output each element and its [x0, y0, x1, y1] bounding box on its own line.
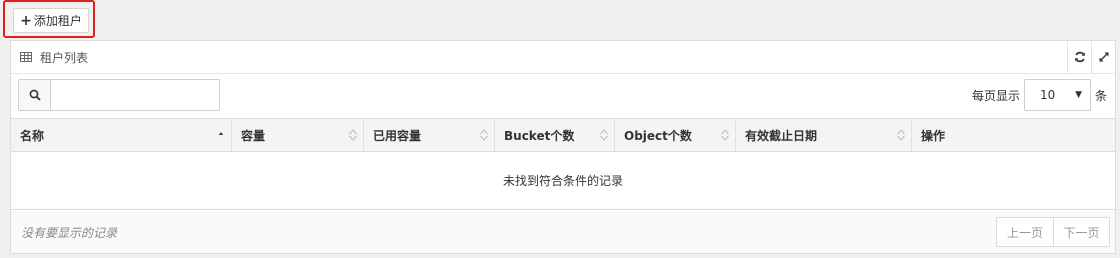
- table-header: 名称 容量 已用容量 Bucket个数 Object个数 有效截止日期 操作: [11, 118, 1115, 152]
- sort-icon: [480, 129, 488, 141]
- page-size-control: 每页显示 10 ▼ 条: [972, 79, 1107, 111]
- search-input[interactable]: [51, 80, 219, 110]
- column-name[interactable]: 名称: [11, 119, 232, 151]
- page-size-label: 每页显示: [971, 88, 1020, 103]
- page-size-select[interactable]: 10 ▼: [1023, 79, 1091, 111]
- table-icon: [20, 52, 32, 62]
- table-footer: 没有要显示的记录 上一页 下一页: [11, 211, 1115, 253]
- search-button[interactable]: [19, 80, 51, 110]
- column-expiry-date[interactable]: 有效截止日期: [736, 119, 912, 151]
- column-bucket-count-label: Bucket个数: [504, 128, 575, 143]
- pagination: 上一页 下一页: [996, 217, 1110, 247]
- column-capacity[interactable]: 容量: [232, 119, 364, 151]
- sort-icon: [349, 129, 357, 141]
- column-actions: 操作: [912, 119, 1115, 151]
- column-object-count-label: Object个数: [624, 128, 692, 143]
- refresh-button[interactable]: [1067, 41, 1091, 73]
- column-object-count[interactable]: Object个数: [615, 119, 736, 151]
- column-actions-label: 操作: [921, 128, 946, 143]
- sort-asc-icon: [218, 132, 224, 135]
- column-name-label: 名称: [20, 128, 45, 143]
- tenant-list-panel: 租户列表 每页显示 10 ▼ 条 名称 容量 已用容量 Bucket个数 Obj…: [10, 40, 1116, 254]
- search-icon: [29, 89, 41, 101]
- sort-icon: [600, 129, 608, 141]
- panel-tools: [1067, 41, 1115, 73]
- panel-header: 租户列表: [11, 41, 1115, 74]
- table-toolbar: 每页显示 10 ▼ 条: [11, 74, 1115, 118]
- search-group: [18, 79, 220, 111]
- column-used-capacity[interactable]: 已用容量: [364, 119, 495, 151]
- sort-icon: [897, 129, 905, 141]
- page-size-unit: 条: [1094, 88, 1107, 103]
- plus-icon: +: [20, 12, 32, 29]
- next-page-button[interactable]: 下一页: [1053, 218, 1109, 246]
- column-expiry-date-label: 有效截止日期: [745, 128, 818, 143]
- add-tenant-label: 添加租户: [33, 14, 82, 28]
- panel-title: 租户列表: [40, 50, 89, 65]
- records-info: 没有要显示的记录: [21, 226, 118, 240]
- add-tenant-button[interactable]: + 添加租户: [13, 8, 89, 33]
- refresh-icon: [1074, 51, 1085, 63]
- sort-icon: [721, 129, 729, 141]
- add-button-highlight: + 添加租户: [3, 0, 95, 38]
- fullscreen-button[interactable]: [1091, 41, 1115, 73]
- dropdown-caret-icon: ▼: [1075, 90, 1082, 100]
- prev-page-button[interactable]: 上一页: [997, 218, 1053, 246]
- empty-table-message: 未找到符合条件的记录: [11, 152, 1115, 210]
- column-capacity-label: 容量: [241, 128, 266, 143]
- column-bucket-count[interactable]: Bucket个数: [495, 119, 615, 151]
- page-size-value: 10: [1039, 88, 1056, 102]
- expand-icon: [1099, 52, 1108, 62]
- column-used-capacity-label: 已用容量: [373, 128, 422, 143]
